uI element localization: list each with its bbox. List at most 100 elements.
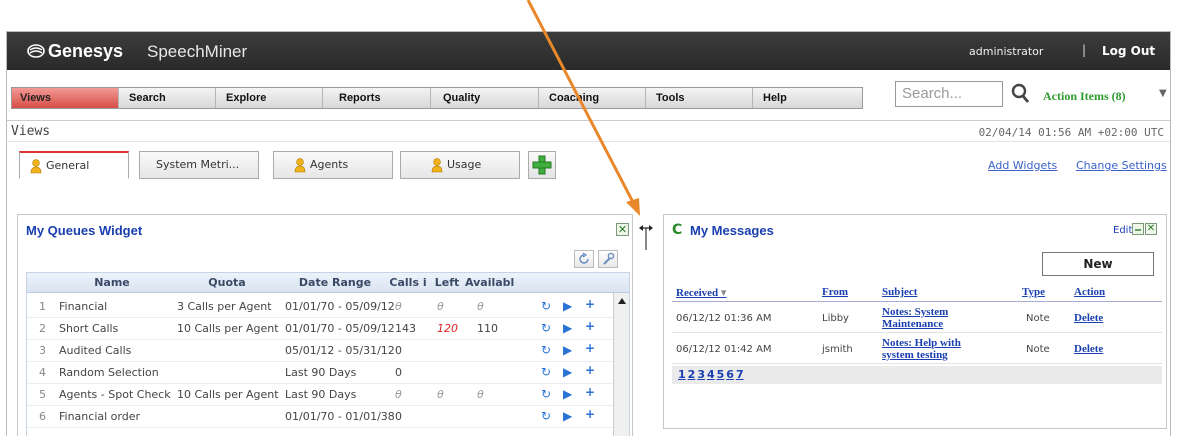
col-received[interactable]: Received ▾ (676, 286, 726, 299)
play-icon[interactable]: ▶ (563, 365, 572, 379)
from-cell: jsmith (822, 344, 853, 355)
play-icon[interactable]: ▶ (563, 321, 572, 335)
change-settings-link[interactable]: Change Settings (1076, 159, 1167, 172)
message-row[interactable]: 06/12/12 01:42 AM jsmith Notes: Help wit… (672, 334, 1162, 364)
sort-indicator: ▾ (720, 287, 727, 299)
action-items-menu[interactable]: Action Items (8) (1043, 89, 1126, 104)
product-name: SpeechMiner (147, 42, 248, 61)
row-refresh-icon[interactable]: ↻ (541, 321, 551, 335)
scroll-up-icon[interactable] (617, 296, 627, 306)
col-date-range[interactable]: Date Range (285, 276, 385, 289)
nav-help[interactable]: Help (753, 88, 862, 108)
refresh-button[interactable] (574, 250, 594, 268)
nav-coaching[interactable]: Coaching (539, 88, 646, 108)
edit-link[interactable]: Edit (1113, 225, 1132, 236)
date-range-cell: 01/01/70 - 01/01/38 (285, 410, 395, 423)
col-name[interactable]: Name (67, 276, 157, 289)
play-icon[interactable]: ▶ (563, 387, 572, 401)
col-calls[interactable]: Calls i (387, 276, 429, 289)
plus-icon[interactable]: + (585, 407, 595, 421)
tab-general[interactable]: General (19, 151, 129, 179)
genesys-logo[interactable]: Genesys (27, 41, 123, 62)
nav-quality[interactable]: Quality (431, 88, 539, 108)
settings-button[interactable] (598, 250, 618, 268)
row-refresh-icon[interactable]: ↻ (541, 365, 551, 379)
row-refresh-icon[interactable]: ↻ (541, 387, 551, 401)
row-refresh-icon[interactable]: ↻ (541, 343, 551, 357)
close-icon[interactable]: ✕ (1145, 223, 1157, 235)
table-row[interactable]: 1 Financial 3 Calls per Agent 01/01/70 - 05… (27, 295, 629, 318)
page-link[interactable]: 7 (736, 368, 744, 381)
new-message-button[interactable]: New (1042, 252, 1154, 276)
add-tab-button[interactable] (528, 151, 556, 179)
page-link[interactable]: 6 (726, 368, 734, 381)
table-row[interactable]: 5 Agents - Spot Check 10 Calls per Agent La… (27, 383, 629, 406)
page-link[interactable]: 4 (707, 368, 715, 381)
received-cell: 06/12/12 01:36 AM (676, 313, 772, 324)
row-refresh-icon[interactable]: ↻ (541, 299, 551, 313)
nav-reports[interactable]: Reports (323, 88, 431, 108)
delete-link[interactable]: Delete (1074, 312, 1103, 324)
logout-link[interactable]: Log Out (1102, 44, 1155, 58)
resize-arrow-icon[interactable] (639, 222, 653, 250)
available-cell: θ (477, 300, 484, 313)
person-icon (30, 158, 42, 173)
page-link[interactable]: 2 (688, 368, 696, 381)
page-link[interactable]: 5 (717, 368, 725, 381)
plus-icon[interactable]: + (585, 385, 595, 399)
plus-icon[interactable]: + (585, 341, 595, 355)
tab-agents[interactable]: Agents (273, 151, 393, 179)
col-action[interactable]: Action (1074, 286, 1105, 298)
left-cell: θ (437, 300, 444, 313)
col-available[interactable]: Available (465, 276, 515, 289)
play-icon[interactable]: ▶ (563, 409, 572, 423)
add-widgets-link[interactable]: Add Widgets (988, 159, 1057, 172)
row-refresh-icon[interactable]: ↻ (541, 409, 551, 423)
tab-system-metrics[interactable]: System Metri... (139, 151, 259, 179)
subject-link[interactable]: Notes: System Maintenance (882, 306, 992, 330)
page-link[interactable]: 3 (697, 368, 705, 381)
app-window: Genesys SpeechMiner administrator | Log … (6, 31, 1171, 436)
nav-tools[interactable]: Tools (646, 88, 753, 108)
col-subject[interactable]: Subject (882, 286, 917, 298)
minimize-icon[interactable] (1132, 223, 1144, 235)
search-icon[interactable] (1011, 82, 1031, 104)
nav-views[interactable]: Views (12, 88, 119, 108)
chevron-down-icon[interactable]: ▼ (1159, 88, 1167, 99)
table-row[interactable]: 6 Financial order 01/01/70 - 01/01/38 0 ↻ ▶ + (27, 405, 629, 428)
col-from[interactable]: From (822, 286, 848, 298)
plus-icon[interactable]: + (585, 363, 595, 377)
table-row[interactable]: 4 Random Selection Last 90 Days 0 ↻ ▶ + (27, 361, 629, 384)
message-row[interactable]: 06/12/12 01:36 AM Libby Notes: System Ma… (672, 303, 1162, 333)
delete-link[interactable]: Delete (1074, 343, 1103, 355)
name-cell: Short Calls (59, 322, 119, 335)
wrench-icon (603, 252, 615, 265)
col-left[interactable]: Left (429, 276, 465, 289)
add-tab-icon (532, 155, 552, 175)
tab-usage[interactable]: Usage (400, 151, 520, 179)
tab-label: System Metri... (156, 158, 240, 171)
subject-link[interactable]: Notes: Help with system testing (882, 337, 992, 361)
plus-icon[interactable]: + (585, 319, 595, 333)
close-icon[interactable]: ✕ (616, 223, 629, 236)
plus-icon[interactable]: + (585, 297, 595, 311)
col-type[interactable]: Type (1022, 286, 1045, 298)
search-input[interactable]: Search... (895, 81, 1003, 107)
pagination: 1234567 (672, 366, 1162, 384)
col-quota[interactable]: Quota (177, 276, 277, 289)
table-header: Received ▾ From Subject Type Action (672, 284, 1162, 302)
received-cell: 06/12/12 01:42 AM (676, 344, 772, 355)
quota-cell: 10 Calls per Agent (177, 388, 279, 401)
page-link[interactable]: 1 (678, 368, 686, 381)
scrollbar[interactable] (613, 293, 629, 436)
nav-explore[interactable]: Explore (216, 88, 323, 108)
table-row[interactable]: 2 Short Calls 10 Calls per Agent 01/01/70 -… (27, 317, 629, 340)
play-icon[interactable]: ▶ (563, 299, 572, 313)
play-icon[interactable]: ▶ (563, 343, 572, 357)
table-row[interactable]: 3 Audited Calls 05/01/12 - 05/31/12 0 ↻ ▶ + (27, 339, 629, 362)
nav-search[interactable]: Search (119, 88, 216, 108)
page: Genesys SpeechMiner administrator | Log … (0, 0, 1193, 436)
calls-cell: 0 (395, 366, 402, 379)
refresh-icon[interactable]: C (672, 222, 682, 238)
calls-cell: 0 (395, 344, 402, 357)
